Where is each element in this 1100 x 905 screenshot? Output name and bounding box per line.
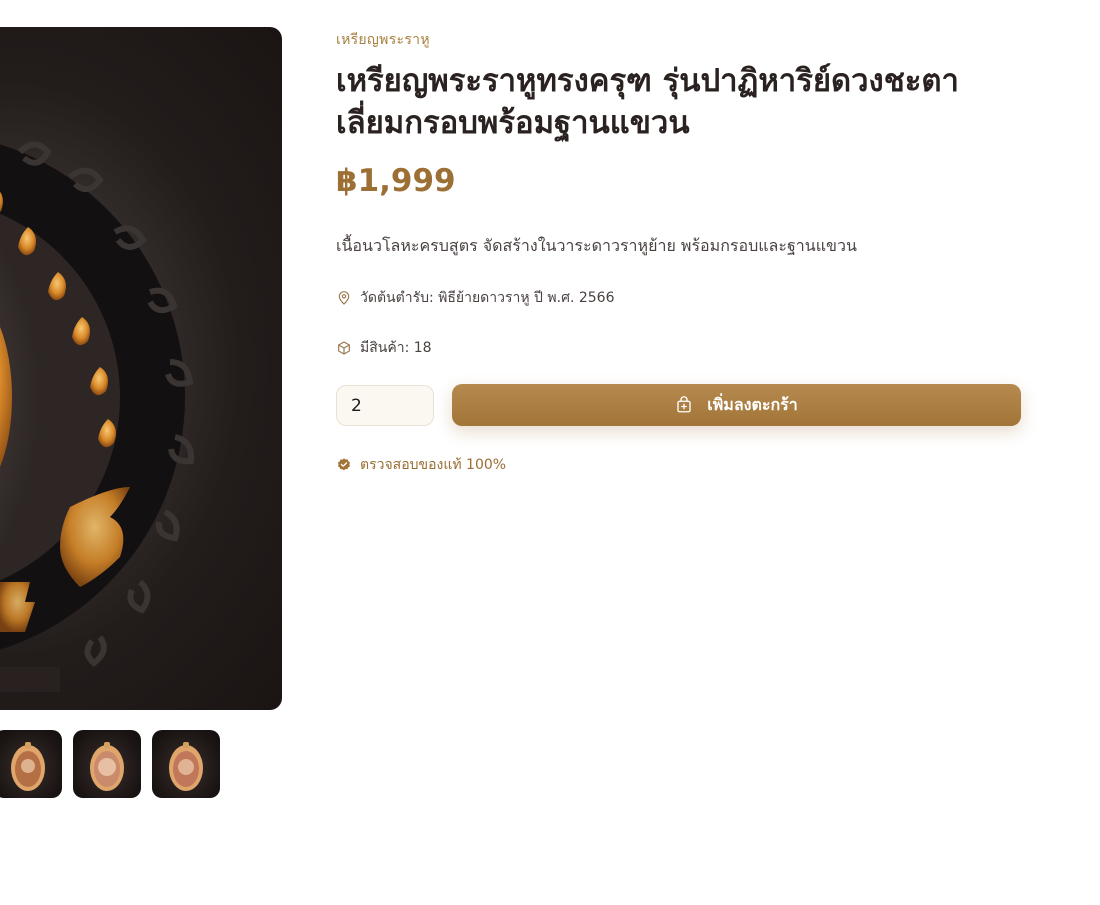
- temple-text: วัดต้นตำรับ: พิธีย้ายดาวราหู ปี พ.ศ. 256…: [360, 290, 615, 306]
- product-description: เนื้อนวโลหะครบสูตร จัดสร้างในวาระดาวราหู…: [336, 236, 857, 255]
- badge-check-icon: [338, 458, 350, 471]
- add-to-cart-button[interactable]: เพิ่มลงตะกร้า: [452, 384, 1021, 426]
- thumbnail-2[interactable]: [73, 730, 141, 798]
- stock-info: มีสินค้า: 18: [336, 337, 432, 359]
- amulet-thumbnail-image: [90, 742, 124, 791]
- map-pin-icon: [338, 291, 350, 305]
- thumbnail-3[interactable]: [152, 730, 220, 798]
- temple-info: วัดต้นตำรับ: พิธีย้ายดาวราหู ปี พ.ศ. 256…: [336, 287, 615, 309]
- add-to-cart-label: เพิ่มลงตะกร้า: [707, 394, 798, 414]
- thumbnail-1[interactable]: [0, 730, 62, 798]
- quantity-input[interactable]: 2: [336, 385, 434, 426]
- product-category-link[interactable]: เหรียญพระราหู: [336, 29, 430, 51]
- product-main-image[interactable]: [0, 27, 282, 710]
- stock-text: มีสินค้า: 18: [360, 340, 432, 356]
- quantity-value: 2: [351, 395, 362, 416]
- product-price: ฿1,999: [336, 163, 456, 199]
- product-title: เหรียญพระราหูทรงครุฑ รุ่นปาฏิหาริย์ดวงชะ…: [336, 63, 959, 141]
- box-icon: [338, 341, 350, 355]
- amulet-thumbnail-image: [11, 742, 45, 791]
- authenticity-text: ตรวจสอบของแท้ 100%: [360, 457, 507, 473]
- amulet-frame-image: [0, 141, 195, 692]
- shopping-bag-plus-icon: [677, 396, 691, 413]
- amulet-thumbnail-image: [169, 742, 203, 791]
- authenticity-badge: ตรวจสอบของแท้ 100%: [336, 454, 506, 476]
